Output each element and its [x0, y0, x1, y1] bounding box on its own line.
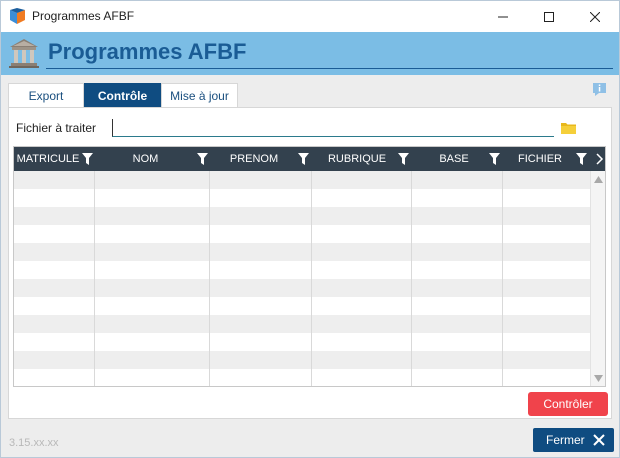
table-row[interactable]: [14, 189, 590, 207]
vertical-scrollbar[interactable]: [590, 171, 605, 386]
column-header-matricule[interactable]: MATRICULE: [14, 147, 82, 171]
column-header-base[interactable]: BASE: [419, 147, 489, 171]
column-divider: [502, 171, 503, 386]
grid-body: [14, 171, 590, 386]
close-x-icon: [593, 434, 605, 446]
table-row[interactable]: [14, 333, 590, 351]
tab-export[interactable]: Export: [8, 83, 84, 107]
table-row[interactable]: [14, 225, 590, 243]
tab-bar: Export Contrôle Mise à jour: [8, 83, 238, 107]
column-header-prenom[interactable]: PRENOM: [217, 147, 291, 171]
filter-icon[interactable]: [489, 153, 500, 165]
maximize-button[interactable]: [526, 1, 572, 32]
version-label: 3.15.xx.xx: [9, 437, 59, 449]
page-title: Programmes AFBF: [48, 39, 247, 64]
table-row[interactable]: [14, 261, 590, 279]
file-label: Fichier à traiter: [16, 121, 97, 135]
chevron-right-icon[interactable]: [594, 152, 604, 166]
column-divider: [209, 171, 210, 386]
scroll-down-icon[interactable]: [594, 375, 603, 382]
data-grid: MATRICULE NOM PRENOM RUBRIQUE BASE FICHI…: [13, 146, 606, 387]
maximize-icon: [544, 11, 554, 22]
file-input[interactable]: [112, 119, 554, 137]
tab-mise-a-jour[interactable]: Mise à jour: [161, 83, 238, 107]
table-row[interactable]: [14, 351, 590, 369]
table-row[interactable]: [14, 279, 590, 297]
column-header-nom[interactable]: NOM: [102, 147, 189, 171]
table-row[interactable]: [14, 243, 590, 261]
table-row[interactable]: [14, 369, 590, 386]
column-divider: [311, 171, 312, 386]
grid-header: MATRICULE NOM PRENOM RUBRIQUE BASE FICHI…: [14, 147, 605, 171]
fermer-label: Fermer: [546, 433, 585, 447]
fermer-button[interactable]: Fermer: [533, 428, 614, 452]
title-bar[interactable]: Programmes AFBF: [1, 1, 619, 32]
bank-building-icon: [9, 39, 39, 68]
column-divider: [94, 171, 95, 386]
filter-icon[interactable]: [398, 153, 409, 165]
title-underline: [46, 68, 613, 69]
minimize-icon: [498, 16, 508, 17]
filter-icon[interactable]: [298, 153, 309, 165]
close-button[interactable]: [572, 1, 618, 32]
minimize-button[interactable]: [480, 1, 526, 32]
app-window: Programmes AFBF Programmes AFBF Export C…: [0, 0, 620, 458]
column-divider: [411, 171, 412, 386]
close-icon: [590, 11, 600, 22]
table-row[interactable]: [14, 315, 590, 333]
filter-icon[interactable]: [197, 153, 208, 165]
app-header: Programmes AFBF: [1, 32, 619, 75]
table-row[interactable]: [14, 207, 590, 225]
tab-controle[interactable]: Contrôle: [84, 83, 161, 107]
column-header-fichier[interactable]: FICHIER: [510, 147, 570, 171]
filter-icon[interactable]: [576, 153, 587, 165]
folder-icon[interactable]: [561, 121, 576, 134]
info-comment-icon[interactable]: [592, 82, 607, 97]
controle-panel: Fichier à traiter MATRICULE NOM PRENOM R…: [8, 107, 612, 419]
window-title: Programmes AFBF: [32, 9, 135, 23]
column-header-rubrique[interactable]: RUBRIQUE: [319, 147, 395, 171]
controler-button[interactable]: Contrôler: [528, 392, 608, 416]
scroll-up-icon[interactable]: [594, 176, 603, 183]
table-row[interactable]: [14, 171, 590, 189]
app-logo-icon: [10, 8, 25, 24]
table-row[interactable]: [14, 297, 590, 315]
filter-icon[interactable]: [82, 153, 93, 165]
